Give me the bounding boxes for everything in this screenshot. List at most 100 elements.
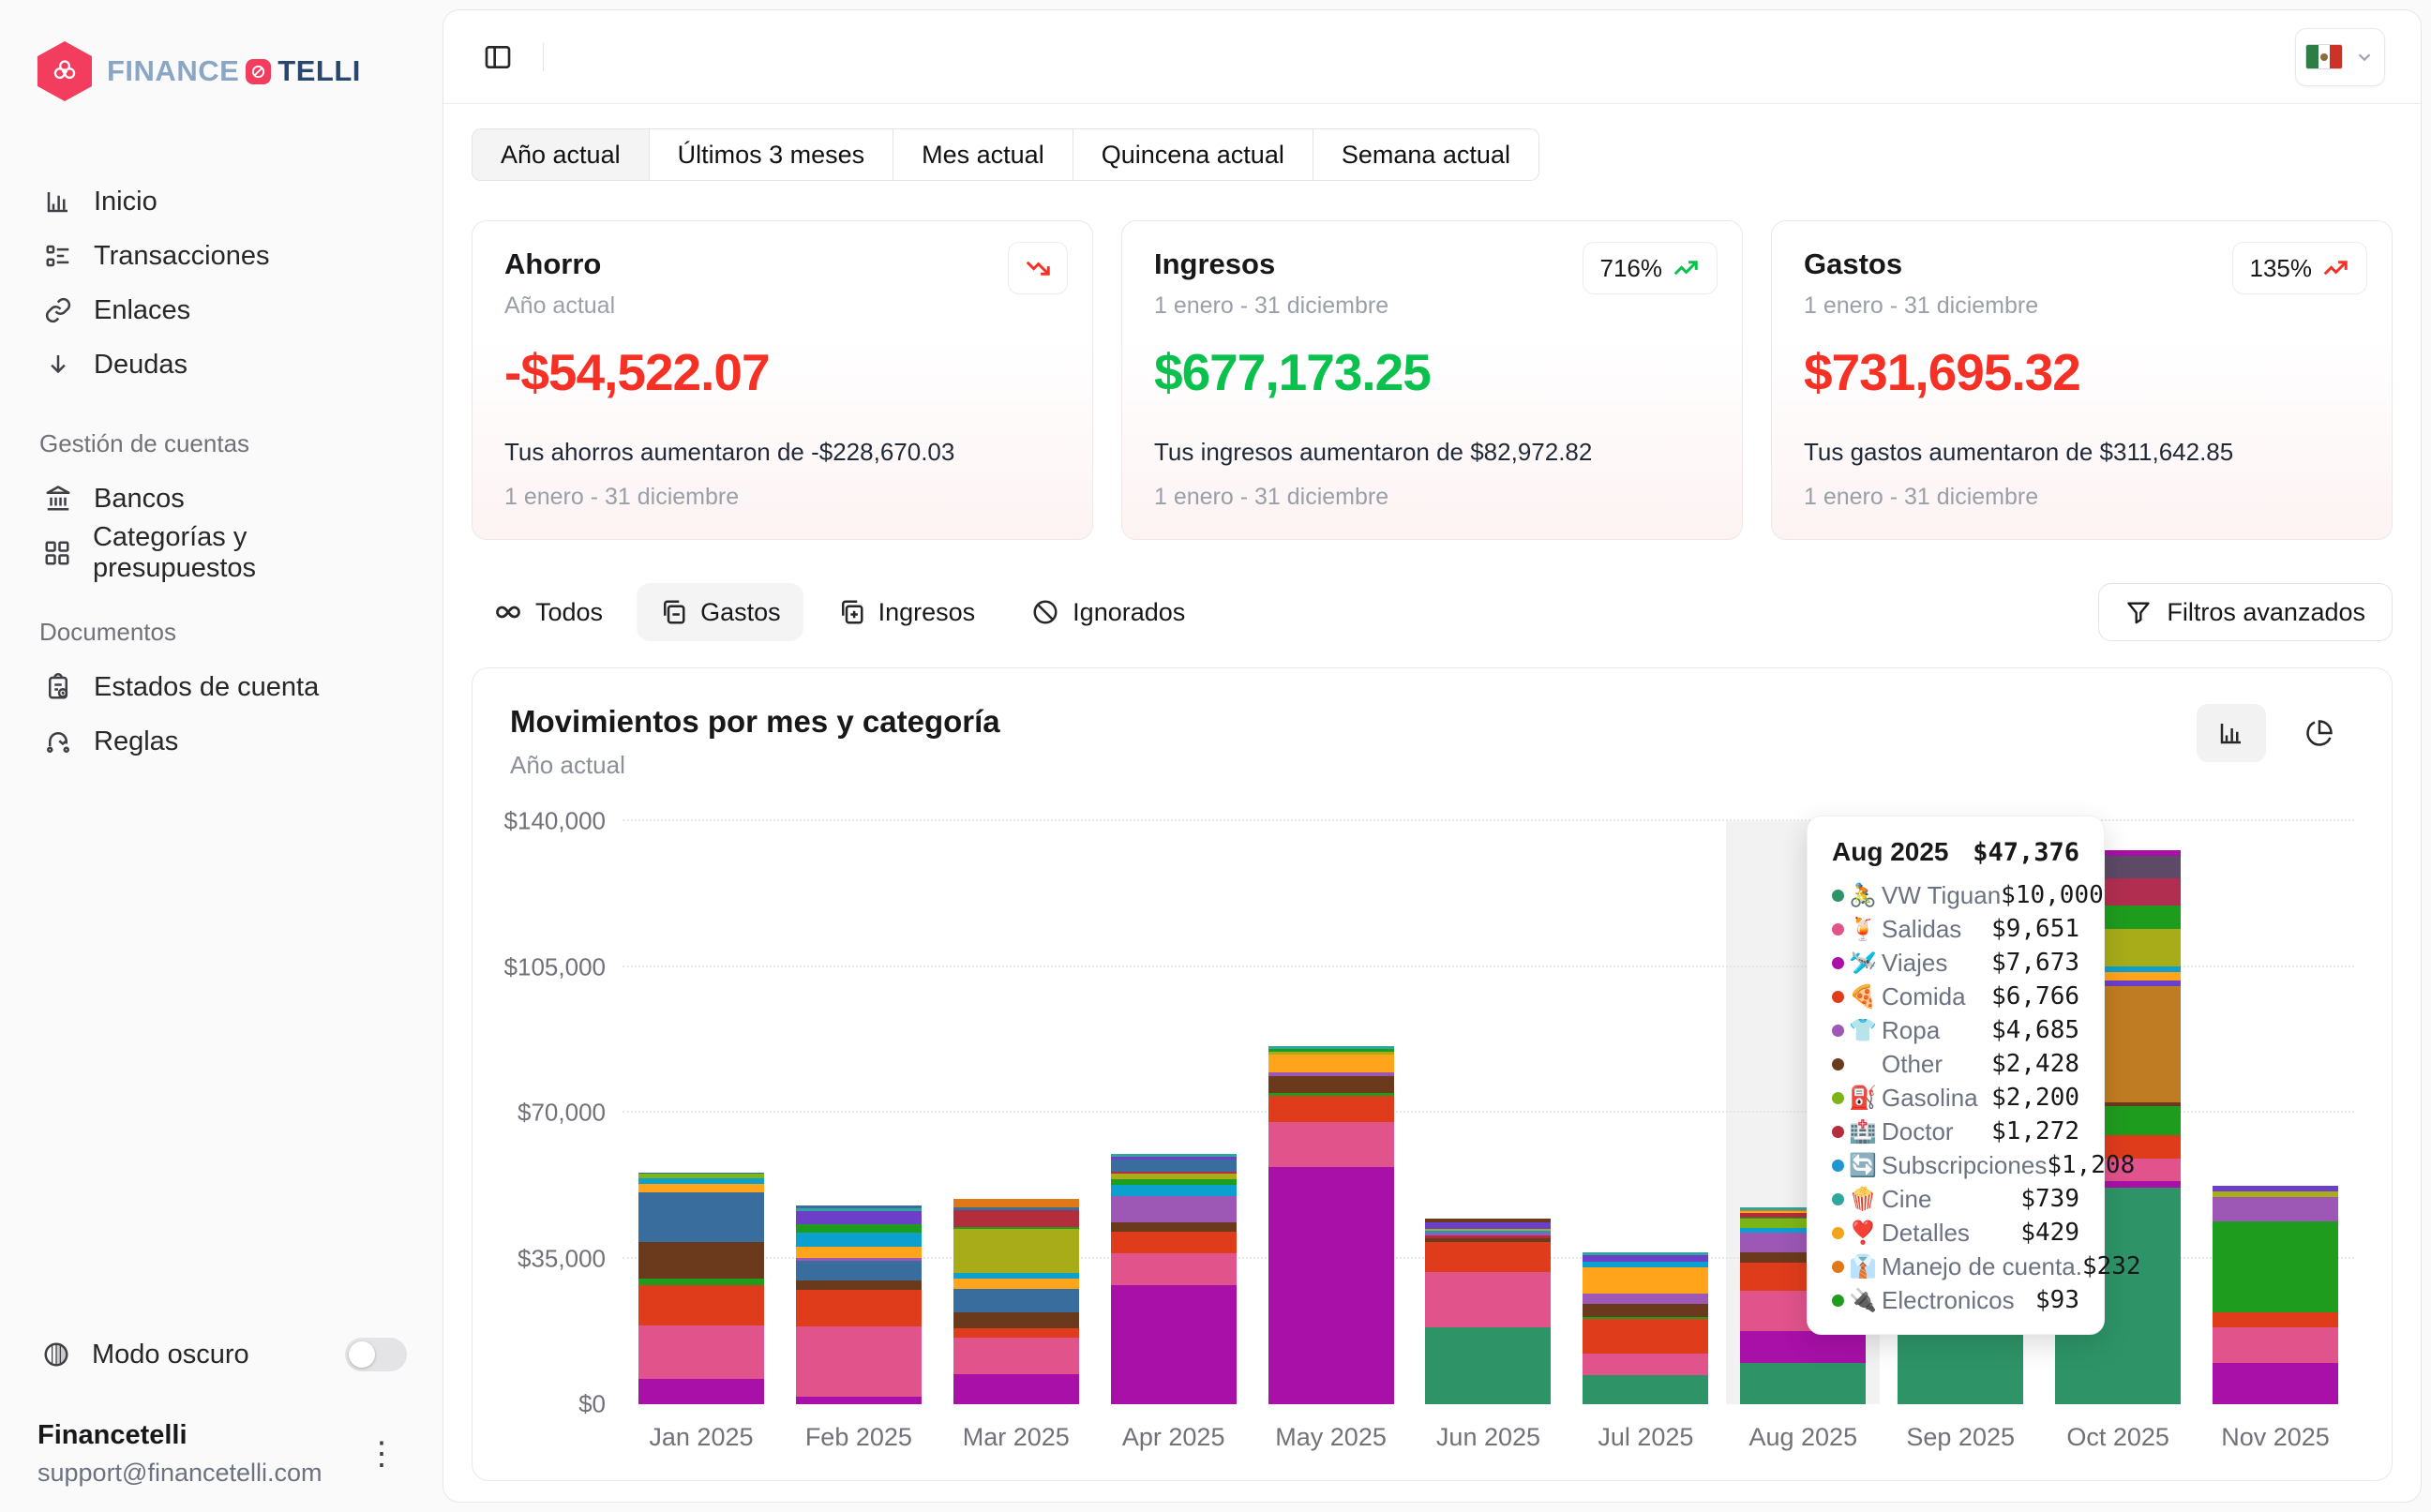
tooltip-category-value: $2,428 bbox=[1991, 1050, 2079, 1078]
tooltip-category-value: $1,272 bbox=[1991, 1117, 2079, 1145]
filter-gastos[interactable]: Gastos bbox=[637, 583, 803, 641]
stacked-bar[interactable] bbox=[1583, 1252, 1708, 1404]
sidebar-item-enlaces[interactable]: Enlaces bbox=[38, 283, 407, 337]
chart-month-jul-2025[interactable] bbox=[1567, 821, 1724, 1404]
sidebar-item-estados-de-cuenta[interactable]: Estados de cuenta bbox=[38, 660, 407, 714]
filter-ignorados[interactable]: Ignorados bbox=[1009, 583, 1208, 641]
sidebar-item-inicio[interactable]: Inicio bbox=[38, 174, 407, 229]
tooltip-category-label: Doctor bbox=[1882, 1117, 1954, 1146]
sidebar-section-label: Gestión de cuentas bbox=[39, 429, 407, 458]
toggle-knob bbox=[349, 1341, 375, 1368]
dark-mode-toggle[interactable] bbox=[345, 1338, 407, 1371]
bar-segment-pink bbox=[2213, 1327, 2338, 1363]
category-emoji-icon: ⛽ bbox=[1844, 1085, 1882, 1112]
bar-segment-magenta bbox=[638, 1379, 764, 1404]
sidebar-item-categorias-y-presupuestos[interactable]: Categorías y presupuestos bbox=[38, 526, 407, 580]
filter-label: Ingresos bbox=[878, 598, 976, 627]
bar-segment-violet bbox=[1111, 1196, 1237, 1222]
filter-label: Gastos bbox=[700, 598, 781, 627]
tooltip-row: ⛽Gasolina$2,200 bbox=[1832, 1081, 2079, 1115]
y-axis-labels: $0$35,000$70,000$105,000$140,000 bbox=[510, 821, 623, 1404]
plot: Aug 2025 $47,376 🚴VW Tiguan$10,000🍹Salid… bbox=[623, 821, 2354, 1404]
bar-segment-violet bbox=[2213, 1197, 2338, 1221]
sidebar-item-bancos[interactable]: Bancos bbox=[38, 472, 407, 526]
x-tick-label: Mar 2025 bbox=[938, 1423, 1095, 1452]
bar-segment-redorange bbox=[1111, 1232, 1237, 1253]
language-selector[interactable] bbox=[2295, 28, 2385, 86]
stacked-bar[interactable] bbox=[796, 1205, 922, 1404]
chart-type-toggles bbox=[2197, 704, 2354, 762]
stat-card-value: $731,695.32 bbox=[1804, 342, 2360, 402]
bar-segment-seagreen bbox=[1583, 1375, 1708, 1404]
brand-name-telli: TELLI bbox=[278, 54, 361, 88]
chart-month-jun-2025[interactable] bbox=[1410, 821, 1568, 1404]
stacked-bar[interactable] bbox=[1111, 1154, 1237, 1404]
bar-segment-magenta bbox=[1111, 1285, 1237, 1404]
category-emoji-icon: 👕 bbox=[1844, 1017, 1882, 1044]
sidebar-item-transacciones[interactable]: Transacciones bbox=[38, 229, 407, 283]
chart-month-apr-2025[interactable] bbox=[1095, 821, 1253, 1404]
bar-segment-seagreen bbox=[1425, 1327, 1551, 1404]
pie-chart-toggle[interactable] bbox=[2285, 704, 2354, 762]
bar-segment-steelblue bbox=[796, 1261, 922, 1280]
bar-segment-pink bbox=[1111, 1253, 1237, 1286]
tooltip-row: 🏥Doctor$1,272 bbox=[1832, 1115, 2079, 1148]
tab-ano-actual[interactable]: Año actual bbox=[473, 129, 650, 180]
tab-ultimos-3-meses[interactable]: Últimos 3 meses bbox=[650, 129, 894, 180]
stacked-bar[interactable] bbox=[2213, 1186, 2338, 1404]
filter-todos[interactable]: Todos bbox=[472, 583, 625, 641]
account-menu-button[interactable]: ⋮ bbox=[356, 1432, 407, 1475]
bar-segment-magenta bbox=[1740, 1331, 1866, 1363]
bar-segment-amber bbox=[638, 1184, 764, 1191]
filter-ingresos[interactable]: Ingresos bbox=[815, 583, 998, 641]
tab-semana-actual[interactable]: Semana actual bbox=[1313, 129, 1538, 180]
category-color-dot bbox=[1832, 1295, 1844, 1307]
clipboard-icon bbox=[43, 672, 73, 702]
bank-icon bbox=[43, 484, 73, 514]
category-emoji-icon: 🔌 bbox=[1844, 1287, 1882, 1314]
stacked-bar[interactable] bbox=[638, 1173, 764, 1404]
bar-segment-magenta bbox=[953, 1374, 1079, 1404]
trending-up-icon bbox=[2321, 254, 2349, 282]
trend-badge[interactable] bbox=[1008, 242, 1068, 294]
tooltip-category-label: Other bbox=[1882, 1050, 1943, 1079]
bar-segment-amber bbox=[1268, 1055, 1394, 1071]
account-row: Financetelli support@financetelli.com ⋮ bbox=[38, 1420, 407, 1488]
y-tick-label: $140,000 bbox=[504, 807, 606, 836]
stat-card-range: 1 enero - 31 diciembre bbox=[504, 484, 1060, 511]
advanced-filters-label: Filtros avanzados bbox=[2167, 598, 2365, 627]
chart-month-mar-2025[interactable] bbox=[938, 821, 1095, 1404]
advanced-filters-button[interactable]: Filtros avanzados bbox=[2098, 583, 2393, 641]
tooltip-row: 🍹Salidas$9,651 bbox=[1832, 912, 2079, 946]
tooltip-category-value: $2,200 bbox=[1991, 1084, 2079, 1112]
bar-segment-redorange bbox=[2213, 1312, 2338, 1327]
tab-mes-actual[interactable]: Mes actual bbox=[893, 129, 1073, 180]
sidebar-item-label: Reglas bbox=[94, 726, 178, 757]
tab-quincena-actual[interactable]: Quincena actual bbox=[1073, 129, 1313, 180]
bar-segment-pink bbox=[953, 1338, 1079, 1374]
y-tick-label: $105,000 bbox=[504, 952, 606, 981]
category-color-dot bbox=[1832, 1092, 1844, 1104]
filter-label: Ignorados bbox=[1073, 598, 1185, 627]
chart-month-jan-2025[interactable] bbox=[623, 821, 780, 1404]
chart-month-nov-2025[interactable] bbox=[2197, 821, 2354, 1404]
x-tick-label: Jul 2025 bbox=[1567, 1423, 1724, 1452]
stat-card-value: $677,173.25 bbox=[1154, 342, 1710, 402]
category-color-dot bbox=[1832, 923, 1844, 936]
tooltip-category-value: $1,208 bbox=[2047, 1151, 2135, 1179]
sidebar-toggle-button[interactable] bbox=[479, 38, 517, 76]
ban-icon bbox=[1031, 598, 1059, 626]
chart-month-may-2025[interactable] bbox=[1253, 821, 1410, 1404]
stacked-bar[interactable] bbox=[1268, 1046, 1394, 1404]
brand[interactable]: FINANCE TELLI bbox=[38, 41, 407, 101]
sidebar-item-deudas[interactable]: Deudas bbox=[38, 337, 407, 392]
category-color-dot bbox=[1832, 1025, 1844, 1037]
bar-chart-toggle[interactable] bbox=[2197, 704, 2266, 762]
sidebar-item-label: Categorías y presupuestos bbox=[93, 522, 407, 584]
stacked-bar[interactable] bbox=[1425, 1219, 1551, 1404]
chart-month-feb-2025[interactable] bbox=[780, 821, 938, 1404]
sidebar-item-reglas[interactable]: Reglas bbox=[38, 714, 407, 769]
trend-badge[interactable]: 716% bbox=[1583, 242, 1718, 294]
trend-badge[interactable]: 135% bbox=[2232, 242, 2368, 294]
stacked-bar[interactable] bbox=[953, 1199, 1079, 1404]
